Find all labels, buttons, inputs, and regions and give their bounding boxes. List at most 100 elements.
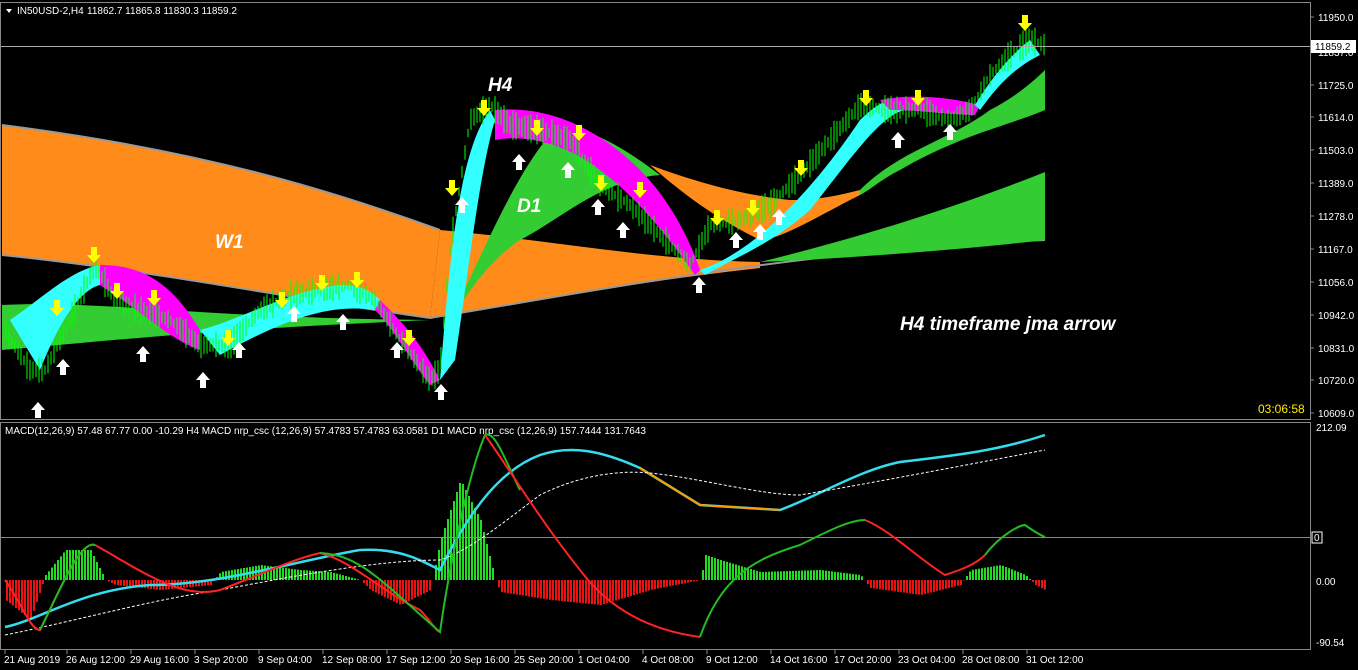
macd-bar (954, 580, 956, 587)
d1-label: D1 (517, 196, 541, 217)
buy-arrow (336, 314, 350, 330)
macd-bar (882, 580, 884, 590)
macd-bar (408, 580, 410, 601)
macd-bar (339, 574, 341, 580)
macd-bar (681, 580, 683, 584)
macd-bar (321, 571, 323, 580)
macd-bar (423, 580, 425, 594)
macd-bar (780, 571, 782, 580)
macd-bar (525, 580, 527, 596)
macd-bar (813, 570, 815, 580)
macd-bar (678, 580, 680, 585)
macd-bar (93, 556, 95, 580)
macd-bar (558, 580, 560, 601)
time-axis-label: 3 Sep 20:00 (194, 655, 248, 666)
price-axis-label: 10831.0 (1318, 344, 1355, 355)
macd-bar (1014, 570, 1016, 580)
macd-bar (717, 559, 719, 580)
macd-bar (396, 580, 398, 603)
macd-bar (420, 580, 422, 595)
macd-bar (486, 544, 488, 580)
time-axis-label: 17 Oct 20:00 (834, 655, 892, 666)
macd-bar (942, 580, 944, 590)
macd-bar (696, 580, 698, 581)
bar-timer: 03:06:58 (1258, 402, 1305, 416)
macd-bar (582, 580, 584, 604)
macd-bar (501, 580, 503, 593)
buy-arrow (196, 372, 210, 388)
macd-bar (24, 580, 26, 616)
macd-bar (9, 580, 11, 604)
sell-arrow (445, 180, 459, 196)
macd-bar (534, 580, 536, 598)
macd-bar (795, 570, 797, 580)
macd-bar (921, 580, 923, 595)
h4-macd-line-5 (864, 519, 986, 577)
time-axis-label: 26 Aug 12:00 (66, 655, 125, 666)
macd-bar (720, 560, 722, 580)
price-axis-label: 10942.0 (1318, 311, 1355, 322)
macd-bar (846, 573, 848, 581)
macd-bar (693, 580, 695, 582)
buy-arrow (31, 402, 45, 418)
macd-bar (399, 580, 401, 605)
macd-bar (513, 580, 515, 595)
macd-bar (900, 580, 902, 593)
macd-bar (357, 579, 359, 580)
macd-bar (927, 580, 929, 594)
macd-bar (363, 580, 365, 583)
d1-macd-signal (4, 449, 1046, 636)
buy-arrow (729, 232, 743, 248)
macd-bar (810, 570, 812, 580)
macd-bar (690, 580, 692, 582)
macd-bar (933, 580, 935, 592)
macd-bar (951, 580, 953, 588)
price-axis-label: 11725.0 (1318, 81, 1354, 92)
macd-bar (615, 580, 617, 601)
macd-bar (366, 580, 368, 586)
macd-bar (903, 580, 905, 593)
time-axis-label: 20 Sep 16:00 (450, 655, 510, 666)
macd-bar (441, 537, 443, 580)
macd-bar (447, 519, 449, 580)
h4-macd-line-6 (984, 523, 1046, 556)
price-axis-label: 10609.0 (1318, 409, 1355, 420)
macd-bar (702, 570, 704, 580)
symbol-label: IN50USD-2,H4 (17, 6, 84, 17)
macd-bar (861, 576, 863, 580)
macd-bar (771, 571, 773, 580)
price-axis-label: 11614.0 (1318, 113, 1354, 124)
macd-bar (39, 580, 41, 593)
macd-bar (564, 580, 566, 602)
macd-bar (729, 562, 731, 580)
macd-bar (99, 568, 101, 580)
macd-bar (324, 571, 326, 580)
buy-arrow (616, 222, 630, 238)
macd-bar (960, 580, 962, 585)
macd-bar (510, 580, 512, 594)
macd-bar (777, 571, 779, 580)
macd-bar (675, 580, 677, 585)
macd-bar (126, 580, 128, 587)
macd-bar (669, 580, 671, 587)
macd-axis-mid: 0.00 (1316, 577, 1336, 588)
macd-bar (585, 580, 587, 604)
macd-bar (573, 580, 575, 603)
macd-bar (966, 576, 968, 580)
macd-bar (36, 580, 38, 602)
macd-bar (15, 580, 17, 608)
macd-bar (75, 550, 77, 580)
macd-bar (330, 572, 332, 580)
macd-bar (732, 563, 734, 580)
macd-bar (549, 580, 551, 600)
macd-axis-bottom: -90.54 (1316, 638, 1345, 649)
macd-bar (588, 580, 590, 604)
macd-bar (1002, 565, 1004, 580)
macd-bar (642, 580, 644, 593)
macd-bar (963, 580, 965, 581)
macd-bar (630, 580, 632, 596)
trading-chart[interactable]: IN50USD-2,H4 11862.7 11865.8 11830.3 118… (0, 0, 1358, 670)
macd-bar (294, 569, 296, 581)
chevron-down-icon[interactable] (6, 9, 12, 13)
macd-bar (276, 567, 278, 580)
